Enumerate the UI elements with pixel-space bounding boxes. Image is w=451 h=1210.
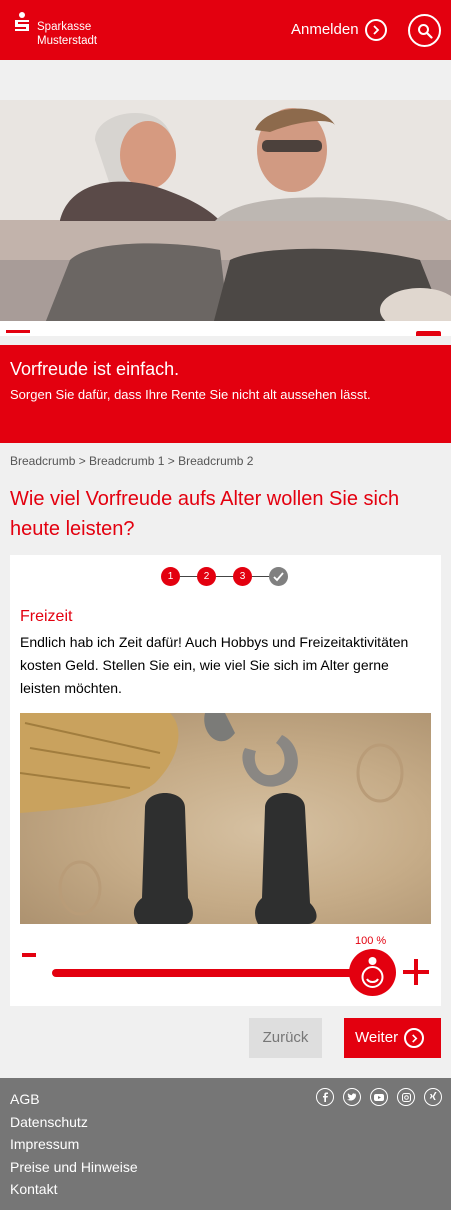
promo-banner: Vorfreude ist einfach. Sorgen Sie dafür,…	[0, 345, 451, 443]
search-icon	[417, 23, 433, 39]
top-bar: Sparkasse Musterstadt Anmelden	[0, 0, 451, 60]
slider-track[interactable]	[52, 969, 392, 977]
next-label: Weiter	[355, 1029, 399, 1046]
card-description: Endlich hab ich Zeit dafür! Auch Hobbys …	[20, 634, 409, 696]
amount-slider: 100 %	[10, 935, 441, 996]
page-title: Wie viel Vorfreude aufs Alter wollen Sie…	[10, 488, 400, 540]
hamburger-menu-icon[interactable]	[6, 330, 30, 336]
back-button[interactable]: Zurück	[249, 1018, 322, 1058]
footer-link-impressum[interactable]: Impressum	[10, 1133, 138, 1156]
sparkasse-logo[interactable]: Sparkasse Musterstadt	[14, 12, 114, 48]
step-connector	[180, 576, 198, 577]
progress-stepper: 1 2 3	[161, 567, 291, 587]
login-button[interactable]: Anmelden	[291, 17, 387, 43]
chevron-right-circle-icon	[364, 19, 387, 41]
promo-subtitle: Sorgen Sie dafür, dass Ihre Rente Sie ni…	[10, 387, 371, 402]
calculator-card: 1 2 3 Freizeit Endlich hab ich Zeit dafü…	[10, 555, 441, 1006]
increase-button[interactable]	[403, 959, 429, 985]
smiley-face-icon	[361, 957, 384, 988]
step-done	[269, 567, 288, 586]
brand-name: Sparkasse Musterstadt	[37, 20, 97, 48]
photo-boots-horseshoes	[20, 713, 404, 924]
youtube-icon[interactable]	[370, 1088, 388, 1106]
twitter-icon[interactable]	[343, 1088, 361, 1106]
promo-title: Vorfreude ist einfach.	[10, 359, 180, 379]
decrease-button[interactable]	[16, 943, 44, 969]
social-links	[316, 1088, 442, 1106]
login-label: Anmelden	[291, 21, 359, 38]
step-3[interactable]: 3	[233, 567, 252, 586]
checkmark-icon	[273, 572, 284, 582]
brand-line-2: Musterstadt	[37, 35, 98, 47]
footer-link-kontakt[interactable]: Kontakt	[10, 1178, 138, 1201]
nav-bar	[0, 321, 451, 336]
slider-value-label: 100 %	[355, 935, 387, 947]
facebook-icon[interactable]	[316, 1088, 334, 1106]
search-button[interactable]	[408, 14, 441, 47]
chevron-right-circle-icon	[404, 1028, 425, 1048]
hero-photo-men-laughing	[0, 100, 451, 336]
footer-links: AGB Datenschutz Impressum Preise und Hin…	[10, 1088, 138, 1201]
sparkasse-logo-icon	[15, 12, 29, 31]
footer-link-agb[interactable]: AGB	[10, 1088, 138, 1111]
xing-icon[interactable]	[424, 1088, 442, 1106]
hero-image	[0, 100, 451, 336]
chat-bubble-icon[interactable]	[415, 330, 442, 336]
footer: AGB Datenschutz Impressum Preise und Hin…	[0, 1078, 451, 1210]
step-connector	[252, 576, 270, 577]
next-button[interactable]: Weiter	[344, 1018, 441, 1058]
step-2[interactable]: 2	[197, 567, 216, 586]
brand-line-1: Sparkasse	[37, 21, 92, 33]
breadcrumb[interactable]: Breadcrumb > Breadcrumb 1 > Breadcrumb 2	[10, 454, 253, 468]
step-1[interactable]: 1	[161, 567, 180, 586]
footer-link-datenschutz[interactable]: Datenschutz	[10, 1111, 138, 1134]
slider-handle[interactable]	[349, 949, 396, 996]
step-connector	[216, 576, 234, 577]
instagram-icon[interactable]	[397, 1088, 415, 1106]
footer-link-preise[interactable]: Preise und Hinweise	[10, 1156, 138, 1179]
leisure-photo	[20, 713, 431, 924]
minus-icon	[22, 953, 36, 957]
card-title: Freizeit	[20, 608, 73, 625]
